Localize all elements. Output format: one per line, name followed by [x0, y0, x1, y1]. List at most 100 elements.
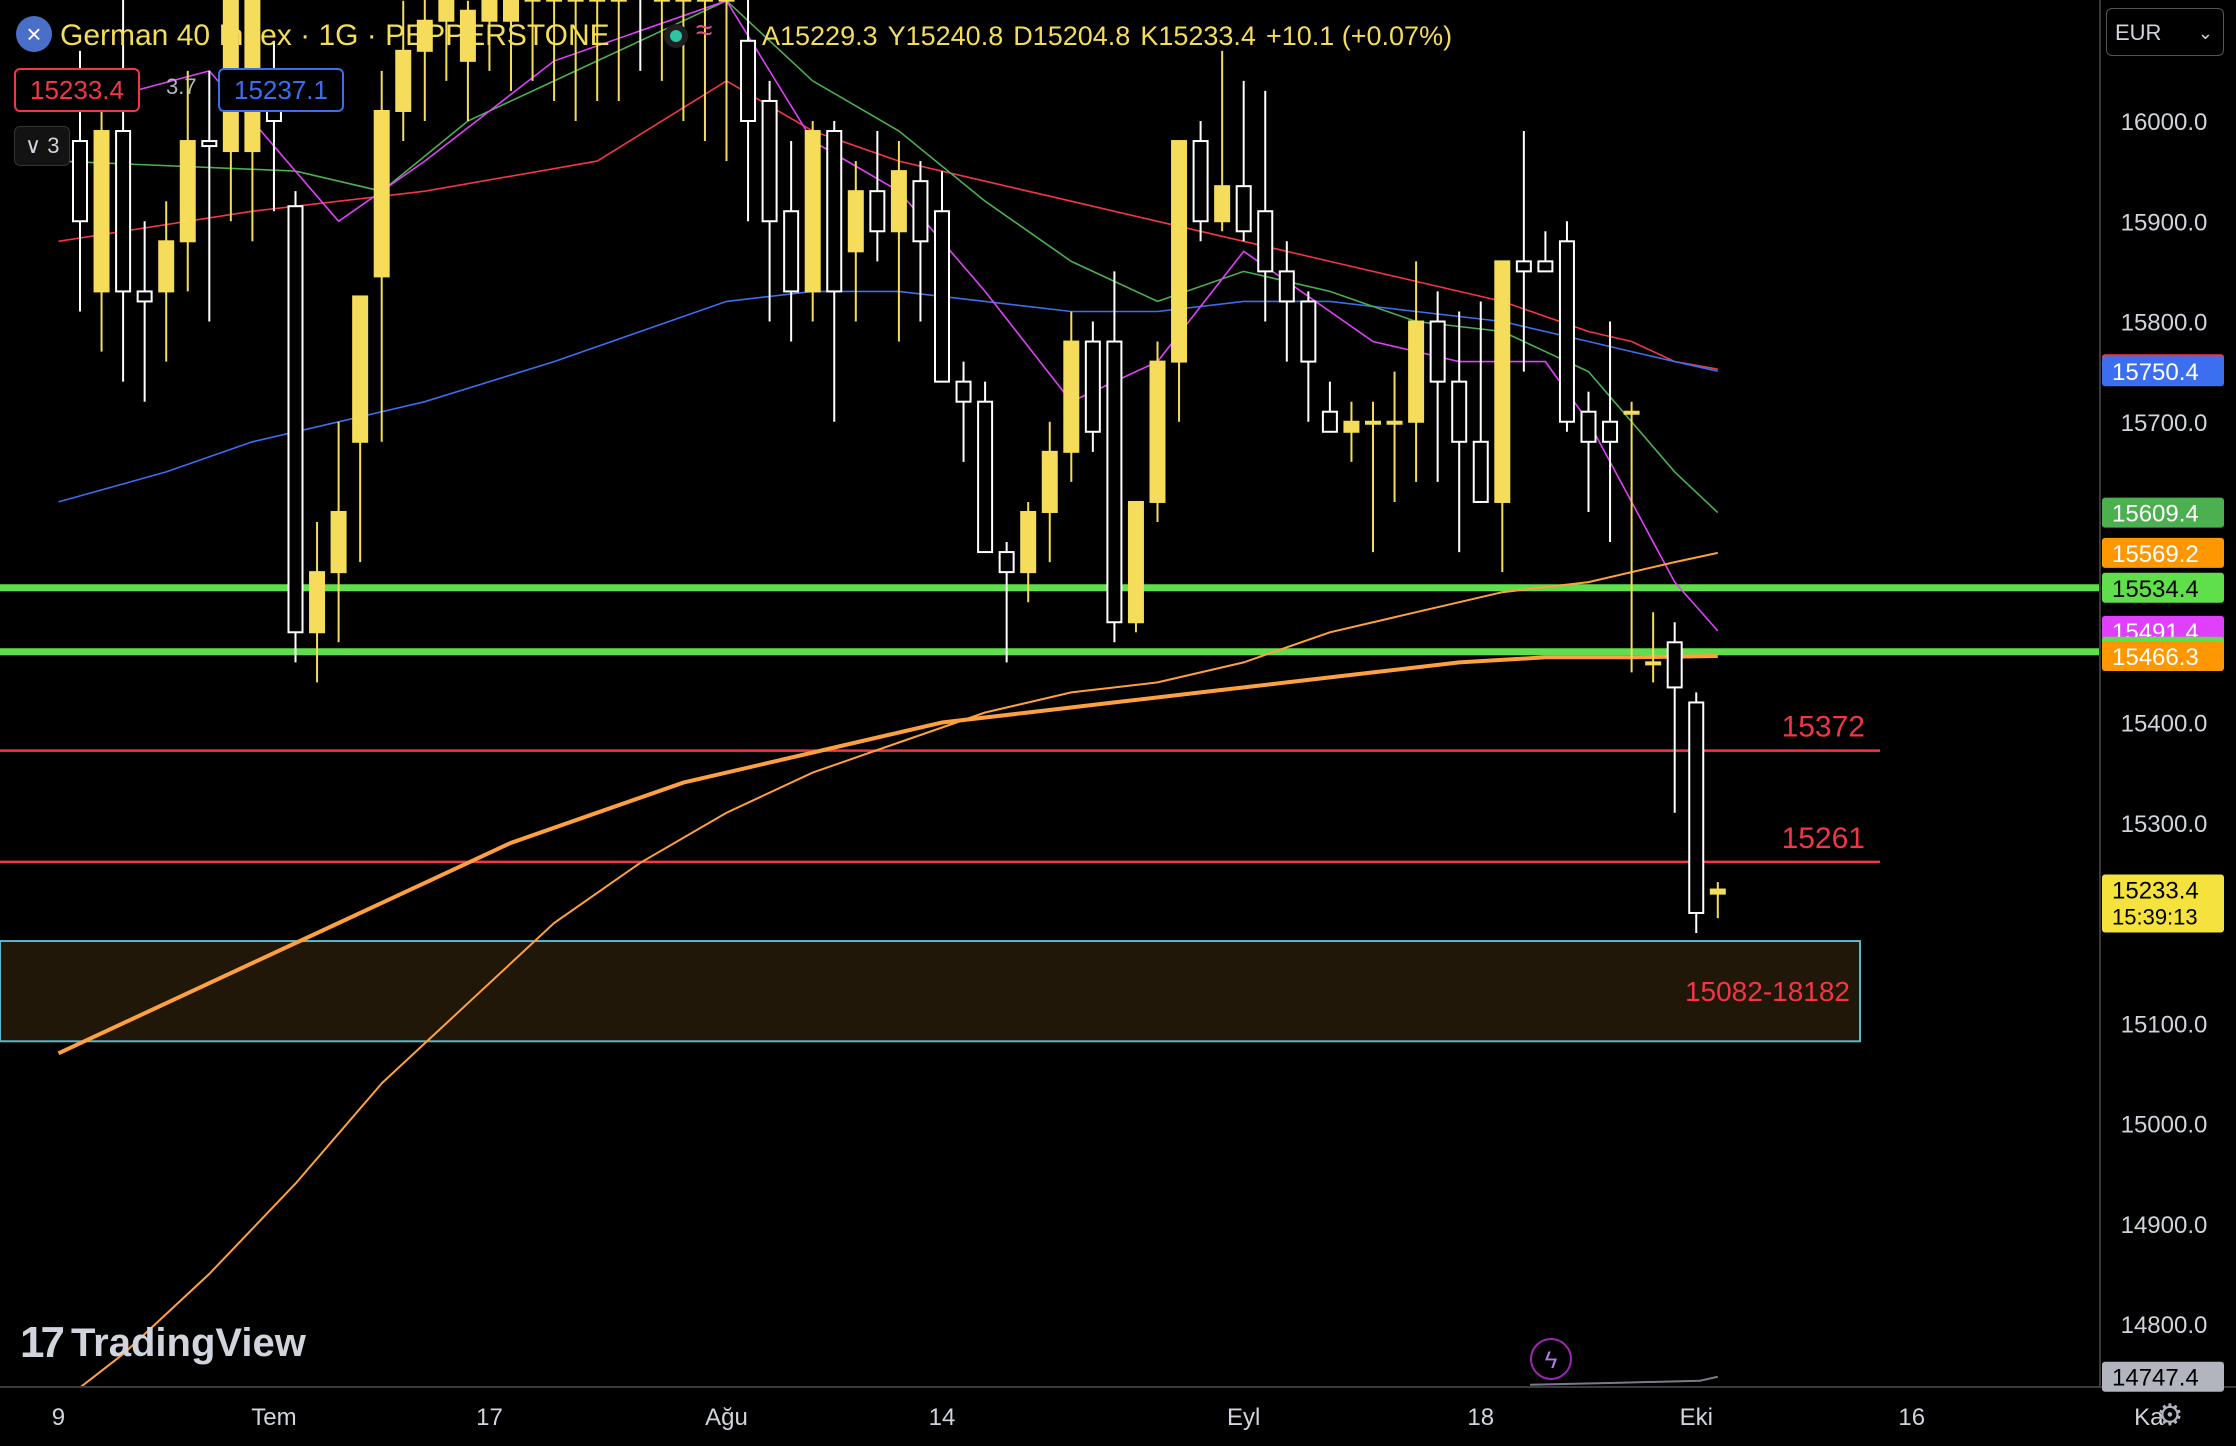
- candle-body: [740, 39, 757, 122]
- level-label: 15261: [1782, 822, 1865, 855]
- candle-body: [1343, 420, 1360, 433]
- candle-body: [201, 140, 218, 148]
- candle-body: [72, 140, 88, 223]
- candle-body: [761, 99, 778, 223]
- currency-label: EUR: [2115, 20, 2162, 45]
- ohlc-readout: A15229.3 Y15240.8 D15204.8 K15233.4 +10.…: [762, 14, 1462, 58]
- candle-body: [998, 551, 1015, 574]
- chevron-down-icon: ∨: [25, 133, 42, 158]
- lightning-icon[interactable]: ϟ: [1530, 1338, 1572, 1380]
- candle-body: [1020, 510, 1037, 574]
- candle-body: [675, 0, 692, 2]
- candle-body: [696, 0, 713, 2]
- zone-rect: [0, 940, 1861, 1043]
- price-label: 15750.4: [2112, 359, 2199, 386]
- candle-body: [1537, 260, 1554, 273]
- candle-body: [912, 180, 929, 243]
- candle-body: [1451, 380, 1468, 443]
- indicators-toggle[interactable]: ∨ 3: [14, 126, 71, 166]
- candle-body: [1084, 340, 1101, 433]
- candle-body: [589, 0, 606, 2]
- level-label: 15372: [1782, 711, 1865, 744]
- x-tick-label: 17: [476, 1404, 503, 1431]
- candle-body: [890, 170, 907, 233]
- candle-body: [1300, 300, 1317, 363]
- candle-body: [1623, 410, 1640, 415]
- price-chart[interactable]: 15082-18182 15372 15261 16000.0 15900.0 15800…: [0, 0, 2236, 1446]
- buy-button[interactable]: 15237.1: [218, 68, 344, 112]
- countdown-label: 15:39:13: [2112, 905, 2198, 930]
- candle-body: [1494, 260, 1511, 503]
- candle-body: [653, 0, 670, 2]
- candle-body: [265, 109, 282, 122]
- ohlc-change: +10.1 (+0.07%): [1265, 20, 1453, 51]
- candle-body: [1472, 440, 1489, 503]
- ohlc-high: Y15240.8: [887, 20, 1004, 51]
- x-tick-label: 14: [929, 1404, 956, 1431]
- price-label: 15569.2: [2112, 541, 2199, 568]
- candle-body: [718, 0, 735, 2]
- logo-mark: 17: [20, 1318, 65, 1367]
- candle-body: [1171, 140, 1188, 363]
- x-logo-icon[interactable]: ×: [16, 16, 52, 52]
- y-tick-label: 15700.0: [2121, 410, 2208, 437]
- candle-body: [395, 49, 412, 112]
- candle-body: [309, 571, 326, 634]
- candle-body: [847, 190, 864, 253]
- y-tick-label: 16000.0: [2121, 109, 2208, 136]
- y-tick-label: 15400.0: [2121, 711, 2208, 738]
- currency-select[interactable]: EUR ⌄: [2106, 8, 2224, 56]
- symbol-title[interactable]: German 40 Index · 1G · PEPPERSTONE: [60, 14, 610, 58]
- candle-body: [546, 0, 563, 2]
- sell-button[interactable]: 15233.4: [14, 68, 140, 112]
- spread-value: 3.7: [166, 74, 197, 99]
- candle-body: [1214, 185, 1231, 223]
- candle-body: [93, 130, 110, 293]
- candle-body: [1278, 270, 1295, 303]
- candle-body: [567, 0, 584, 2]
- candle-body: [1106, 340, 1123, 624]
- y-tick-label: 15100.0: [2121, 1011, 2208, 1038]
- y-tick-label: 15300.0: [2121, 811, 2208, 838]
- ohlc-close: K15233.4: [1140, 20, 1256, 51]
- candle-body: [1666, 641, 1683, 689]
- market-status-dot-icon: [664, 24, 688, 48]
- candle-body: [955, 380, 972, 403]
- candle-body: [1192, 140, 1209, 223]
- candle-body: [1580, 410, 1597, 443]
- candle-body: [524, 0, 541, 2]
- candle-body: [1645, 661, 1662, 666]
- price-label: 15534.4: [2112, 576, 2199, 603]
- candle-body: [330, 510, 347, 574]
- indicators-count: 3: [47, 133, 60, 158]
- candle-body: [610, 0, 627, 2]
- x-tick-label: Tem: [251, 1404, 296, 1431]
- candle-body: [1602, 420, 1619, 443]
- candle-body: [1709, 888, 1726, 895]
- y-tick-label: 14800.0: [2121, 1312, 2208, 1339]
- price-label: 15609.4: [2112, 501, 2199, 528]
- gear-icon[interactable]: ⚙: [2152, 1398, 2188, 1434]
- x-tick-label: 18: [1467, 1404, 1494, 1431]
- candle-body: [115, 130, 132, 293]
- price-label: 15233.4: [2112, 878, 2199, 905]
- wave-icon: ≈: [696, 14, 713, 47]
- tradingview-logo: 17 TradingView: [20, 1318, 306, 1368]
- candle-body: [1041, 450, 1058, 513]
- x-tick-label: Eki: [1680, 1404, 1713, 1431]
- candle-body: [1386, 420, 1403, 425]
- candle-body: [1321, 410, 1338, 433]
- candle-body: [287, 205, 304, 634]
- candle-body: [1429, 320, 1446, 383]
- candle-body: [977, 400, 994, 554]
- candle-body: [804, 130, 821, 293]
- candle-body: [934, 210, 950, 383]
- candle-body: [1408, 320, 1425, 423]
- candle-body: [1515, 260, 1532, 273]
- market-status-dot: [670, 30, 682, 42]
- candle-body: [179, 140, 196, 243]
- candle-body: [352, 295, 369, 443]
- chevron-down-icon: ⌄: [2197, 23, 2213, 43]
- candle-body: [136, 290, 153, 303]
- candle-body: [1688, 701, 1705, 914]
